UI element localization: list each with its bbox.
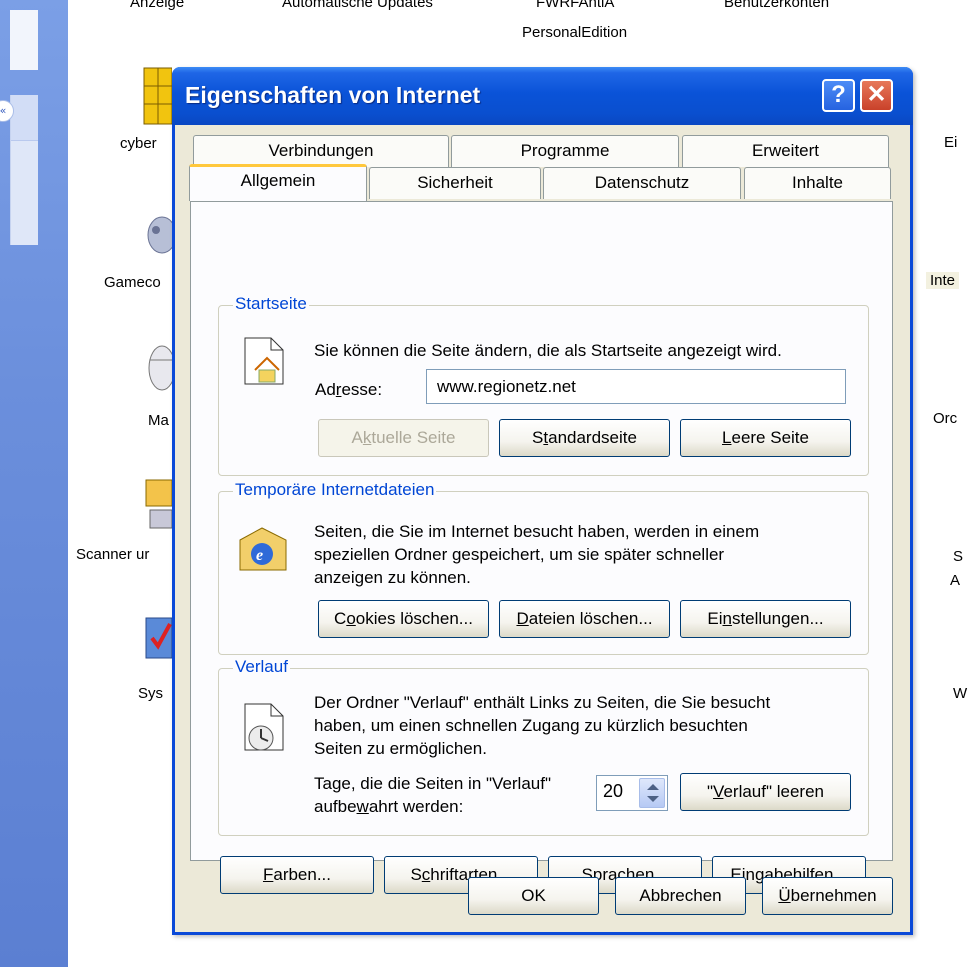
temp-files-line3: anzeigen zu können. xyxy=(314,568,471,587)
cp-item-label[interactable]: Ei xyxy=(944,134,957,151)
tab-inhalte[interactable]: Inhalte xyxy=(744,167,891,199)
cp-item-label[interactable]: Ma xyxy=(148,412,169,429)
cp-item-label[interactable]: FWRFAntiA xyxy=(536,0,614,11)
cp-item-label[interactable]: Sys xyxy=(138,685,163,702)
temp-settings-button[interactable]: Einstellungen... xyxy=(680,600,851,638)
task-pane-section[interactable] xyxy=(10,95,38,245)
tab-programme[interactable]: Programme xyxy=(451,135,679,167)
cp-item-label[interactable]: Anzeige xyxy=(130,0,184,11)
history-days-stepper[interactable]: 20 xyxy=(596,775,668,811)
home-page-icon xyxy=(244,337,284,385)
tab-erweitert[interactable]: Erweitert xyxy=(682,135,889,167)
temp-internet-folder-icon: e xyxy=(239,527,287,571)
tab-strip: Verbindungen Programme Erweitert Allgeme… xyxy=(189,135,891,205)
cp-item-label[interactable]: A xyxy=(950,572,960,589)
history-line3: Seiten zu ermöglichen. xyxy=(314,739,487,758)
address-input[interactable]: www.regionetz.net xyxy=(426,369,846,404)
history-days-value[interactable]: 20 xyxy=(603,781,623,802)
cp-item-label[interactable]: Gameco xyxy=(104,274,161,291)
tab-panel-allgemein: Startseite Sie können die Seite ändern, … xyxy=(190,201,893,894)
history-icon xyxy=(244,703,284,751)
cp-item-label[interactable]: Automatische Updates xyxy=(282,0,433,11)
cp-item-label[interactable]: Scanner ur xyxy=(76,546,149,563)
dialog-titlebar[interactable]: Eigenschaften von Internet ? ✕ xyxy=(172,67,913,125)
temp-files-line2: speziellen Ordner gespeichert, um sie sp… xyxy=(314,545,725,564)
delete-files-button[interactable]: Dateien löschen... xyxy=(499,600,670,638)
apply-button[interactable]: Übernehmen xyxy=(762,877,893,915)
current-page-button[interactable]: Aktuelle Seite xyxy=(318,419,489,457)
dialog-title: Eigenschaften von Internet xyxy=(185,82,481,108)
cp-item-label[interactable]: cyber xyxy=(120,135,157,152)
tab-datenschutz[interactable]: Datenschutz xyxy=(543,167,741,199)
system-icon[interactable] xyxy=(142,612,172,672)
default-page-button[interactable]: Standardseite xyxy=(499,419,670,457)
close-button[interactable]: ✕ xyxy=(860,79,893,112)
history-days-label-line1: Tage, die die Seiten in "Verlauf" xyxy=(314,774,552,793)
tab-sicherheit[interactable]: Sicherheit xyxy=(369,167,541,199)
startseite-description: Sie können die Seite ändern, die als Sta… xyxy=(314,341,782,360)
history-line1: Der Ordner "Verlauf" enthält Links zu Se… xyxy=(314,693,771,712)
tab-verbindungen[interactable]: Verbindungen xyxy=(193,135,449,167)
address-label: Adresse: xyxy=(315,380,383,399)
svg-text:e: e xyxy=(256,547,263,564)
cp-item-label[interactable]: Benutzerkonten xyxy=(724,0,829,11)
smartcard-icon[interactable] xyxy=(142,66,172,126)
help-button[interactable]: ? xyxy=(822,79,855,112)
temp-files-line1: Seiten, die Sie im Internet besucht habe… xyxy=(314,522,760,541)
cp-item-label[interactable]: S xyxy=(953,548,963,565)
cp-item-label[interactable]: PersonalEdition xyxy=(522,24,627,41)
cancel-button[interactable]: Abbrechen xyxy=(615,877,746,915)
group-title-history: Verlauf xyxy=(233,657,290,677)
mouse-icon[interactable] xyxy=(142,338,172,398)
stepper-arrows-icon[interactable] xyxy=(639,778,665,808)
scanner-camera-icon[interactable] xyxy=(142,474,172,534)
tab-allgemein[interactable]: Allgemein xyxy=(189,164,367,201)
gamecontroller-icon[interactable] xyxy=(142,210,172,260)
clear-history-button[interactable]: "Verlauf" leeren xyxy=(680,773,851,811)
cp-item-label[interactable]: W xyxy=(953,685,967,702)
group-title-startseite: Startseite xyxy=(233,294,309,314)
ok-button[interactable]: OK xyxy=(468,877,599,915)
blank-page-button[interactable]: Leere Seite xyxy=(680,419,851,457)
cp-item-label-selected[interactable]: Inte xyxy=(926,272,960,289)
task-pane-block xyxy=(10,10,38,70)
history-days-label-line2: aufbewahrt werden: xyxy=(314,797,464,816)
internet-options-dialog: Eigenschaften von Internet ? ✕ Verbindun… xyxy=(172,67,913,935)
history-line2: haben, um einen schnellen Zugang zu kürz… xyxy=(314,716,748,735)
delete-cookies-button[interactable]: Cookies löschen... xyxy=(318,600,489,638)
cp-item-label[interactable]: Orc xyxy=(933,410,957,427)
colors-button[interactable]: Farben... xyxy=(220,856,374,894)
group-title-temp-files: Temporäre Internetdateien xyxy=(233,480,437,500)
